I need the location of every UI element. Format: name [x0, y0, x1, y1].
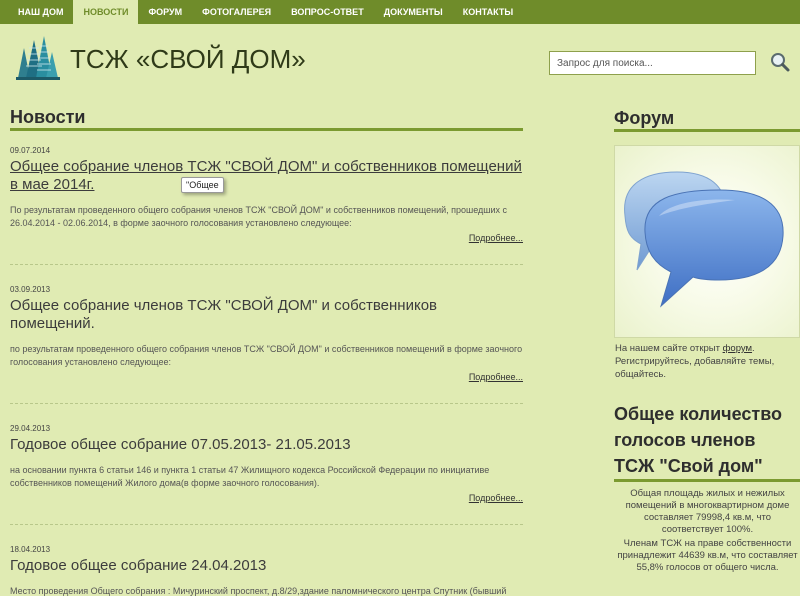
- building-logo-icon[interactable]: [14, 34, 62, 82]
- forum-heading: Форум: [614, 108, 675, 128]
- forum-heading-rule: [614, 129, 800, 132]
- votes-heading-rule: [614, 479, 800, 482]
- news-item: 29.04.2013 Годовое общее собрание 07.05.…: [10, 424, 523, 529]
- nav-item-forum[interactable]: ФОРУМ: [138, 0, 192, 24]
- news-excerpt: По результатам проведенного общего собра…: [10, 205, 508, 228]
- news-date: 18.04.2013: [10, 545, 51, 554]
- news-date: 09.07.2014: [10, 146, 51, 155]
- search-input[interactable]: [549, 51, 756, 75]
- magnifier-icon[interactable]: [769, 51, 791, 73]
- votes-description: Общая площадь жилых и нежилых помещений …: [615, 488, 800, 574]
- news-list: 09.07.2014 Общее собрание членов ТСЖ "СВ…: [10, 130, 523, 596]
- news-excerpt: на основании пункта 6 статьи 146 и пункт…: [10, 465, 490, 488]
- news-separator: [10, 403, 523, 404]
- news-separator: [10, 524, 523, 525]
- news-item: 09.07.2014 Общее собрание членов ТСЖ "СВ…: [10, 146, 523, 269]
- site-title: ТСЖ «СВОЙ ДОМ»: [70, 44, 306, 74]
- nav-item-fotogalereya[interactable]: ФОТОГАЛЕРЕЯ: [192, 0, 281, 24]
- forum-banner[interactable]: [614, 145, 800, 338]
- news-date: 29.04.2013: [10, 424, 51, 433]
- title-tooltip: "Общее: [181, 177, 224, 193]
- top-navigation: НАШ ДОМ НОВОСТИ ФОРУМ ФОТОГАЛЕРЕЯ ВОПРОС…: [0, 0, 800, 24]
- nav-item-novosti[interactable]: НОВОСТИ: [73, 0, 139, 24]
- votes-heading: Общее количество голосов членов ТСЖ "Сво…: [614, 404, 783, 476]
- read-more-link[interactable]: Подробнее...: [10, 492, 523, 504]
- forum-link[interactable]: форум: [723, 343, 752, 354]
- nav-item-dokumenty[interactable]: ДОКУМЕНТЫ: [374, 0, 453, 24]
- read-more-link[interactable]: Подробнее...: [10, 371, 523, 383]
- news-item: 03.09.2013 Общее собрание членов ТСЖ "СВ…: [10, 285, 523, 408]
- news-item: 18.04.2013 Годовое общее собрание 24.04.…: [10, 545, 523, 596]
- news-title-link[interactable]: Годовое общее собрание 24.04.2013: [10, 557, 523, 575]
- votes-paragraph-share: Членам ТСЖ на праве собственности принад…: [617, 538, 798, 573]
- forum-text-before: На нашем сайте открыт: [615, 343, 723, 354]
- nav-item-vopros-otvet[interactable]: ВОПРОС-ОТВЕТ: [281, 0, 374, 24]
- news-heading: Новости: [10, 107, 86, 127]
- read-more-link[interactable]: Подробнее...: [10, 232, 523, 244]
- forum-description: На нашем сайте открыт форум. Регистрируй…: [615, 342, 800, 381]
- votes-paragraph-area: Общая площадь жилых и нежилых помещений …: [625, 488, 790, 535]
- news-title-link[interactable]: Общее собрание членов ТСЖ "СВОЙ ДОМ" и с…: [10, 297, 523, 333]
- news-date: 03.09.2013: [10, 285, 51, 294]
- news-excerpt: по результатам проведенного общего собра…: [10, 344, 523, 367]
- nav-item-kontakty[interactable]: КОНТАКТЫ: [453, 0, 523, 24]
- speech-bubbles-icon: [624, 171, 784, 308]
- news-separator: [10, 264, 523, 265]
- news-excerpt: Место проведения Общего собрания : Мичур…: [10, 586, 507, 596]
- news-title-link[interactable]: Общее собрание членов ТСЖ "СВОЙ ДОМ" и с…: [10, 158, 523, 194]
- news-title-link[interactable]: Годовое общее собрание 07.05.2013- 21.05…: [10, 436, 523, 454]
- nav-item-nash-dom[interactable]: НАШ ДОМ: [8, 0, 73, 24]
